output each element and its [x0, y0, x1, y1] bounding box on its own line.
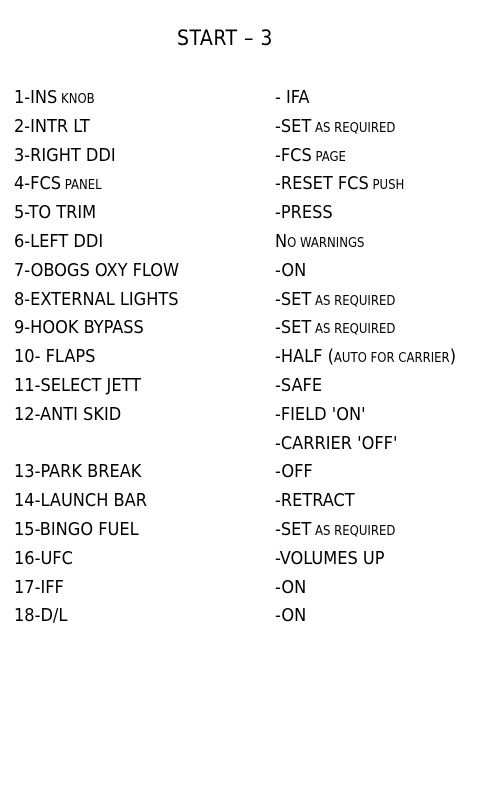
checklist-action: -CARRIER 'OFF' — [275, 432, 398, 454]
checklist-action: -SET AS REQUIRED — [275, 288, 396, 310]
checklist-action: -SET AS REQUIRED — [275, 518, 396, 540]
checklist-action: -SET AS REQUIRED — [275, 115, 396, 137]
page-title: START – 3 — [177, 26, 273, 50]
checklist-row: 1-INS KNOB - IFA — [14, 84, 474, 113]
checklist-action: -ON — [275, 576, 307, 598]
checklist-row: 5-TO TRIM -PRESS — [14, 199, 474, 228]
checklist-row: 15-BINGO FUEL -SET AS REQUIRED — [14, 516, 474, 545]
checklist-item: 1-INS KNOB — [14, 87, 95, 108]
checklist-row: 16-UFC -VOLUMES UP — [14, 545, 474, 574]
checklist-item: 9-HOOK BYPASS — [14, 317, 144, 339]
checklist-action: -FIELD 'ON' — [275, 403, 366, 425]
checklist-action: -OFF — [275, 461, 313, 483]
checklist-action: -SAFE — [275, 374, 323, 396]
checklist-action: -VOLUMES UP — [275, 547, 385, 569]
checklist-row: 10- FLAPS -HALF (AUTO FOR CARRIER) — [14, 343, 474, 372]
checklist-row: 18-D/L -ON — [14, 602, 474, 631]
checklist-row: 11-SELECT JETT -SAFE — [14, 372, 474, 401]
checklist-item: 16-UFC — [14, 547, 73, 569]
checklist-row: 9-HOOK BYPASS -SET AS REQUIRED — [14, 314, 474, 343]
checklist-item: 7-OBOGS OXY FLOW — [14, 259, 180, 281]
checklist-item: 6-LEFT DDI — [14, 230, 104, 252]
checklist-item: 5-TO TRIM — [14, 202, 97, 224]
checklist-item: 2-INTR LT — [14, 115, 90, 137]
checklist-row: 13-PARK BREAK -OFF — [14, 458, 474, 487]
checklist-item: 12-ANTI SKID — [14, 403, 122, 425]
checklist-action: NO WARNINGS — [275, 230, 365, 252]
checklist-row: 12-ANTI SKID -FIELD 'ON' — [14, 401, 474, 430]
checklist-item: 13-PARK BREAK — [14, 461, 142, 483]
checklist-row: 3-RIGHT DDI -FCS PAGE — [14, 142, 474, 171]
checklist-row: 6-LEFT DDI NO WARNINGS — [14, 228, 474, 257]
checklist-action: -RESET FCS PUSH — [275, 173, 405, 195]
checklist-action: -RETRACT — [275, 490, 355, 512]
checklist-row: 4-FCS PANEL -RESET FCS PUSH — [14, 170, 474, 199]
checklist-item: 17-IFF — [14, 576, 64, 598]
checklist-row: 2-INTR LT -SET AS REQUIRED — [14, 113, 474, 142]
checklist-item: 4-FCS PANEL — [14, 173, 102, 195]
checklist-item: 3-RIGHT DDI — [14, 144, 116, 166]
checklist-row: 17-IFF -ON — [14, 574, 474, 603]
checklist: 1-INS KNOB - IFA 2-INTR LT -SET AS REQUI… — [14, 84, 474, 631]
checklist-item: 8-EXTERNAL LIGHTS — [14, 288, 179, 310]
checklist-action: -SET AS REQUIRED — [275, 317, 396, 339]
checklist-row: 14-LAUNCH BAR -RETRACT — [14, 487, 474, 516]
checklist-page: START – 3 1-INS KNOB - IFA 2-INTR LT -SE… — [0, 0, 480, 800]
checklist-action: -HALF (AUTO FOR CARRIER) — [275, 346, 457, 368]
checklist-row: 7-OBOGS OXY FLOW -ON — [14, 257, 474, 286]
checklist-item: 10- FLAPS — [14, 346, 96, 368]
checklist-item: 18-D/L — [14, 605, 68, 627]
checklist-action: -ON — [275, 259, 307, 281]
checklist-item: 14-LAUNCH BAR — [14, 490, 147, 512]
checklist-action: -ON — [275, 605, 307, 627]
checklist-row: 8-EXTERNAL LIGHTS -SET AS REQUIRED — [14, 286, 474, 315]
checklist-item: 11-SELECT JETT — [14, 374, 142, 396]
checklist-action: -PRESS — [275, 202, 333, 224]
checklist-action: - IFA — [275, 87, 310, 108]
checklist-item: 15-BINGO FUEL — [14, 518, 139, 540]
checklist-row: -CARRIER 'OFF' — [14, 430, 474, 459]
checklist-action: -FCS PAGE — [275, 144, 346, 166]
